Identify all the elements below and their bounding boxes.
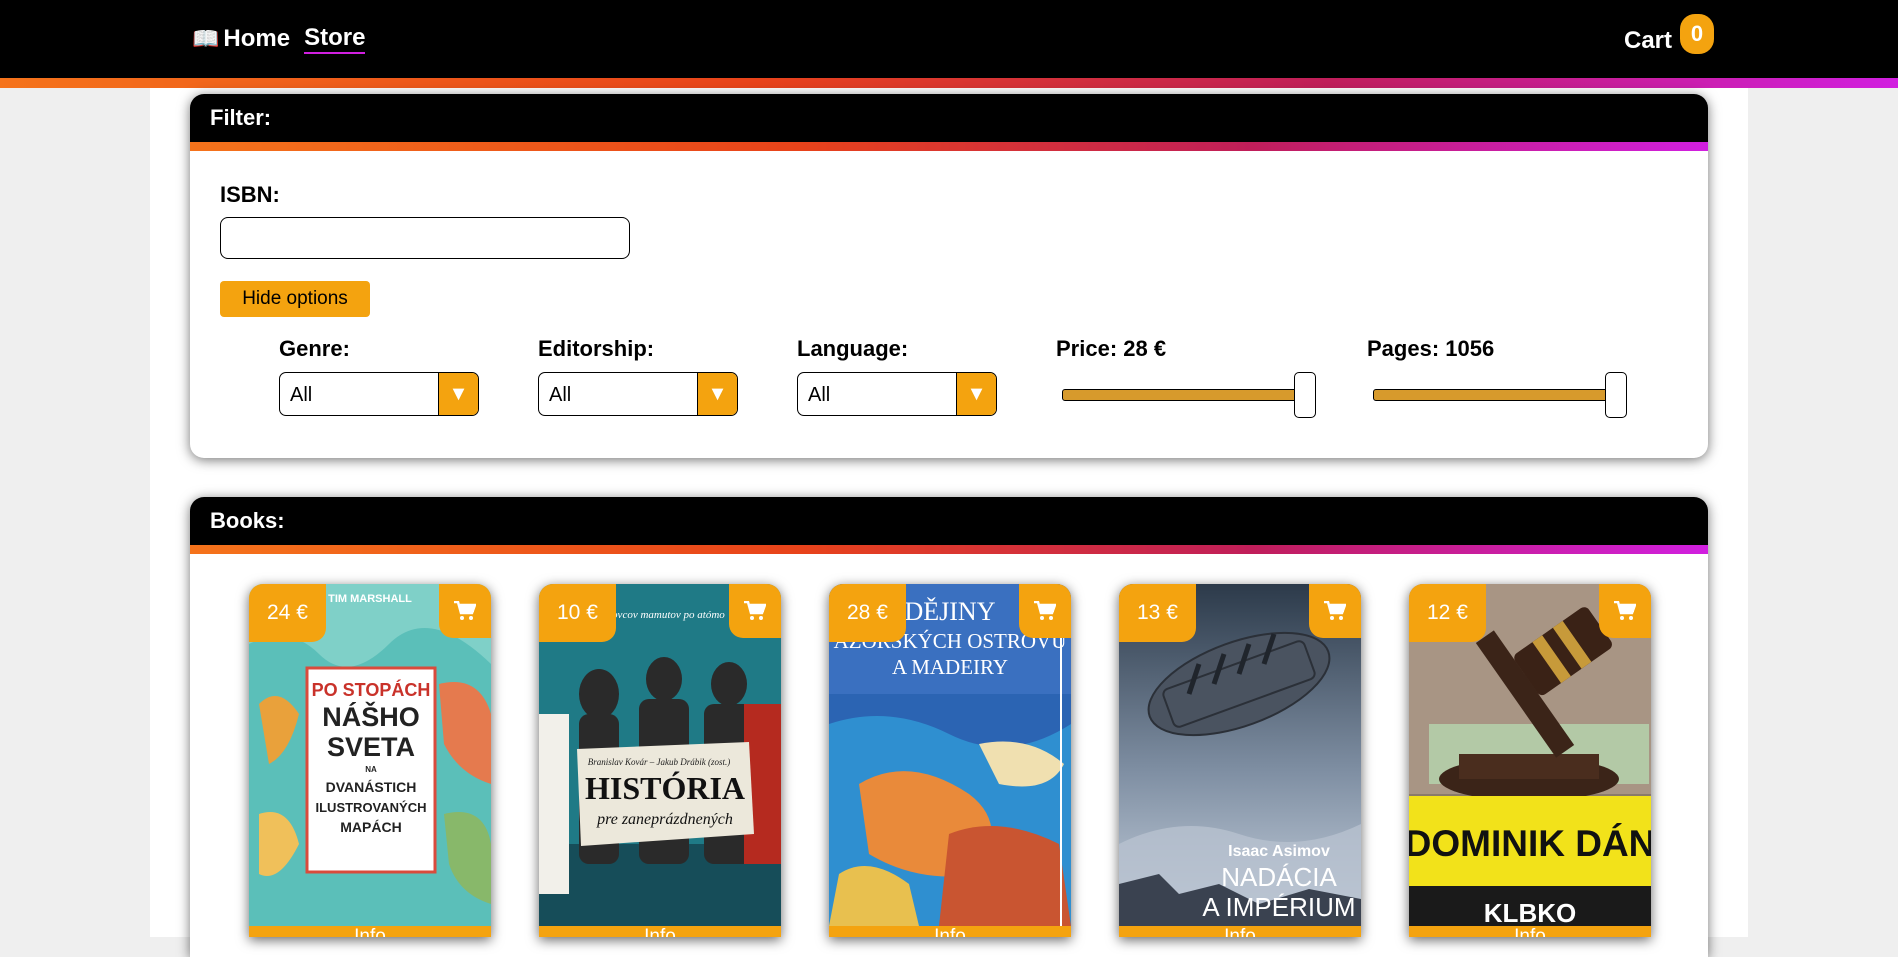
price-label: Price: 28 € xyxy=(1056,336,1167,361)
cover-title-text: A MADEIRY xyxy=(892,655,1008,679)
cart-icon xyxy=(454,601,476,620)
add-to-cart-button[interactable] xyxy=(1019,584,1071,638)
book-card[interactable]: TIM MARSHALL PO STOPÁCH NÁŠHO SVETA NA D… xyxy=(249,584,491,937)
cover-title-text: KLBKO xyxy=(1484,898,1576,926)
price-tag: 12 € xyxy=(1409,584,1486,642)
cover-title-text: MAPÁCH xyxy=(340,819,401,835)
cover-title-text: NÁŠHO xyxy=(322,701,420,732)
book-card[interactable]: DOMINIK DÁN KLBKO 12 € Info xyxy=(1409,584,1651,937)
cover-title-text: pre zaneprázdnených xyxy=(596,811,733,828)
cart-icon xyxy=(1324,601,1346,620)
pages-slider-thumb[interactable] xyxy=(1605,372,1627,418)
navbar-gradient-bar xyxy=(0,78,1898,88)
books-gradient-bar xyxy=(190,545,1708,554)
cover-author-text: DOMINIK DÁN xyxy=(1409,823,1651,864)
filter-panel: Filter: ISBN: Hide options Genre: All ▼ … xyxy=(190,94,1708,458)
price-tag: 13 € xyxy=(1119,584,1196,642)
cover-author-text: Branislav Kovár – Jakub Drábik (zost.) xyxy=(588,757,730,767)
add-to-cart-button[interactable] xyxy=(1309,584,1361,638)
price-slider-track xyxy=(1062,389,1310,401)
dropdown-arrow-icon: ▼ xyxy=(956,373,996,415)
dropdown-arrow-icon: ▼ xyxy=(438,373,478,415)
add-to-cart-button[interactable] xyxy=(1599,584,1651,638)
info-button[interactable]: Info xyxy=(829,926,1071,937)
editorship-select[interactable]: All ▼ xyxy=(538,372,738,416)
language-label: Language: xyxy=(797,336,909,361)
info-button[interactable]: Info xyxy=(249,926,491,937)
books-panel-title: Books: xyxy=(190,497,1708,545)
cover-author-text: TIM MARSHALL xyxy=(328,593,412,605)
cart-link[interactable]: Cart 0 xyxy=(1624,14,1714,55)
top-navbar: 📖 Home Store Cart 0 xyxy=(0,0,1898,78)
genre-select[interactable]: All ▼ xyxy=(279,372,479,416)
price-slider[interactable] xyxy=(1058,372,1316,418)
add-to-cart-button[interactable] xyxy=(439,584,491,638)
cart-icon xyxy=(1034,601,1056,620)
isbn-input[interactable] xyxy=(220,217,630,259)
pages-slider-track xyxy=(1373,389,1621,401)
editorship-select-value: All xyxy=(549,384,572,406)
hide-options-button[interactable]: Hide options xyxy=(220,281,370,317)
genre-select-value: All xyxy=(290,384,313,406)
cover-title-text: NADÁCIA xyxy=(1221,862,1337,892)
cover-title-text: PO STOPÁCH xyxy=(312,679,431,700)
add-to-cart-button[interactable] xyxy=(729,584,781,638)
info-button[interactable]: Info xyxy=(539,926,781,937)
book-card[interactable]: DĚJINY AZORSKÝCH OSTROVŮ A MADEIRY 28 € … xyxy=(829,584,1071,937)
pages-label: Pages: 1056 xyxy=(1367,336,1495,361)
cover-title-text: ILUSTROVANÝCH xyxy=(316,800,427,815)
cart-count-badge: 0 xyxy=(1680,14,1714,54)
price-tag: 24 € xyxy=(249,584,326,642)
cover-subtitle-text: lovcov mamutov po atómo xyxy=(609,609,725,621)
book-icon: 📖 xyxy=(192,26,220,51)
cart-label: Cart xyxy=(1623,27,1672,54)
book-card[interactable]: Isaac Asimov NADÁCIA A IMPÉRIUM 13 € Inf… xyxy=(1119,584,1361,937)
nav-home-link[interactable]: 📖 Home xyxy=(192,25,290,53)
cover-title-text: HISTÓRIA xyxy=(585,770,745,806)
filter-panel-title: Filter: xyxy=(190,94,1708,142)
info-button[interactable]: Info xyxy=(1409,926,1651,937)
genre-label: Genre: xyxy=(279,336,350,361)
cover-title-text: NA xyxy=(365,765,377,774)
cover-title-text: DVANÁSTICH xyxy=(326,779,417,795)
price-tag: 10 € xyxy=(539,584,616,642)
cover-author-text: Isaac Asimov xyxy=(1228,843,1330,860)
info-button[interactable]: Info xyxy=(1119,926,1361,937)
price-tag: 28 € xyxy=(829,584,906,642)
language-select-value: All xyxy=(808,384,831,406)
editorship-label: Editorship: xyxy=(538,336,655,361)
cover-title-text: DĚJINY xyxy=(905,597,996,626)
language-select[interactable]: All ▼ xyxy=(797,372,997,416)
book-card[interactable]: lovcov mamutov po atómo Branislav Kovár … xyxy=(539,584,781,937)
nav-home-label: Home xyxy=(223,25,291,52)
isbn-label: ISBN: xyxy=(220,182,280,207)
cart-icon xyxy=(1614,601,1636,620)
main-nav: 📖 Home Store xyxy=(192,24,366,54)
filter-gradient-bar xyxy=(190,142,1708,151)
cover-title-text: SVETA xyxy=(327,732,415,762)
cart-icon xyxy=(744,601,766,620)
dropdown-arrow-icon: ▼ xyxy=(697,373,737,415)
pages-slider[interactable] xyxy=(1369,372,1627,418)
cover-title-text: A IMPÉRIUM xyxy=(1202,892,1355,922)
price-slider-thumb[interactable] xyxy=(1294,372,1316,418)
nav-store-link[interactable]: Store xyxy=(304,24,366,54)
